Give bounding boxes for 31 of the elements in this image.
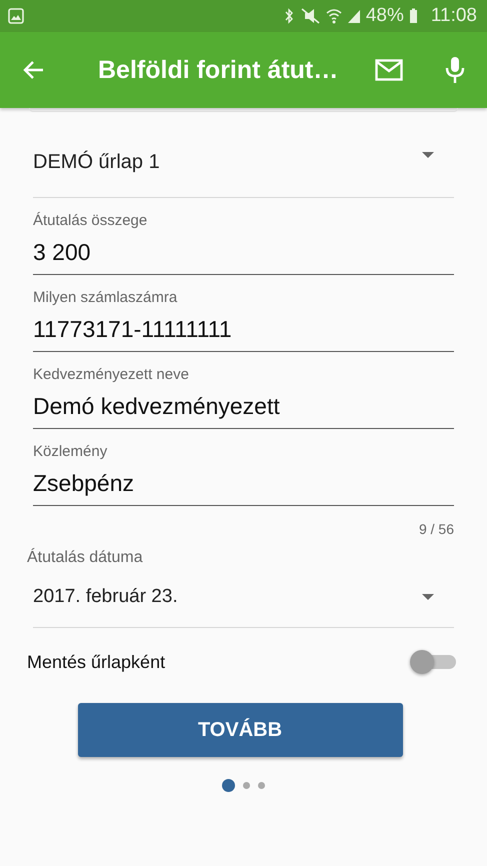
input-field[interactable]: 11773171-11111111 [33,308,454,352]
input-field[interactable]: Demó kedvezményezett [33,385,454,429]
page-indicator-dot[interactable] [222,779,235,792]
toggle-label: Mentés űrlapként [27,652,166,672]
wifi-icon [326,8,342,24]
image-icon [8,8,24,24]
toggle-switch[interactable] [410,649,456,675]
field-label: Átutalás összege [33,212,148,229]
template-dropdown[interactable]: DEMÓ űrlap 1 [33,112,454,198]
microphone-icon[interactable] [445,56,465,84]
next-button[interactable]: TOVÁBB [78,703,402,757]
screen-title: Belföldi forint átut… [98,56,340,84]
input-field[interactable]: Zsebpénz [33,462,454,506]
mute-icon [298,8,321,24]
dropdown-arrow-icon [422,152,434,158]
page-indicator-dot[interactable] [243,782,250,789]
character-counter: 9 / 56 [418,521,454,537]
field-label: Közlemény [33,443,108,460]
battery-icon [408,8,418,24]
input-field[interactable]: 3 200 [33,231,454,275]
field-label: Átutalás dátuma [27,549,144,567]
page-indicator-dot[interactable] [258,782,265,789]
battery-percent: 48% [366,5,404,27]
clock: 11:08 [430,5,477,27]
date-dropdown[interactable]: 2017. február 23. [33,567,454,628]
field-label: Kedvezményezett neve [33,366,190,383]
signal-icon [346,8,361,24]
dropdown-arrow-icon [422,594,434,600]
envelope-icon[interactable] [375,59,403,81]
bluetooth-icon [284,8,294,24]
field-label: Milyen számlaszámra [33,289,178,306]
